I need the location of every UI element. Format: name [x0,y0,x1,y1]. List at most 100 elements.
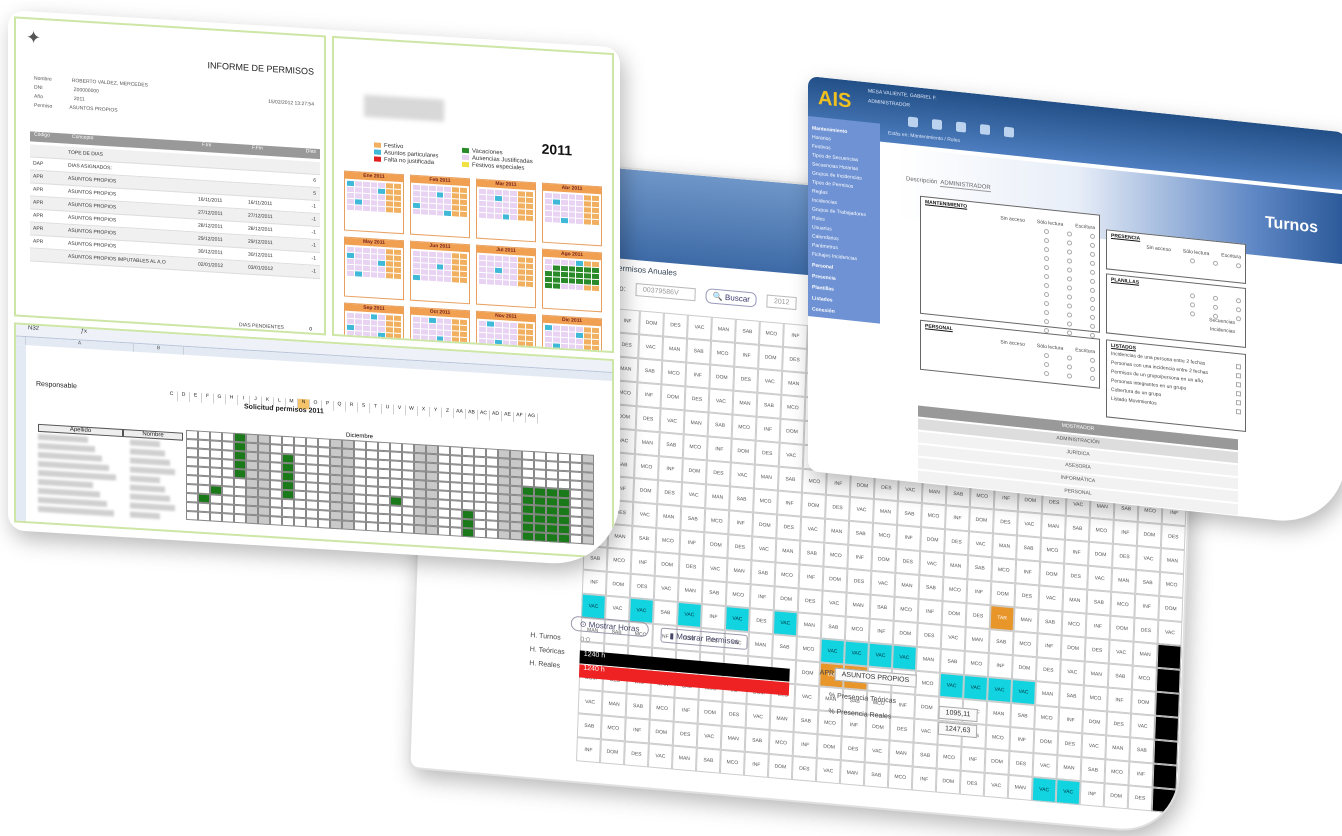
radio-button[interactable] [1190,311,1195,317]
shift-cell[interactable]: DOM [703,532,729,559]
grid-cell[interactable] [558,533,570,544]
shift-cell[interactable]: MAN [1062,587,1088,614]
shift-cell[interactable] [1155,691,1180,718]
shift-cell[interactable]: DOM [941,601,967,628]
shift-cell[interactable]: INF [782,322,808,350]
shift-cell[interactable] [1152,763,1178,790]
shift-cell[interactable]: DES [678,554,704,581]
shift-cell[interactable]: VAC [800,516,826,543]
shift-cell[interactable]: DOM [1131,689,1156,716]
grid-cell[interactable] [474,528,486,539]
employee-id-input[interactable]: 00379586V [635,283,697,302]
shift-cell[interactable] [1155,667,1181,694]
shift-cell[interactable]: INF [685,362,711,389]
column-letter[interactable]: Y [430,406,442,418]
column-letter[interactable]: W [406,405,418,417]
radio-button[interactable] [1090,242,1095,249]
shift-cell[interactable]: SAB [799,540,825,567]
shift-cell[interactable]: SAB [897,501,922,528]
column-letter[interactable]: AA [454,408,466,420]
shift-cell[interactable]: SAB [1037,609,1063,636]
shift-cell[interactable]: INF [798,564,824,591]
grid-cell[interactable] [318,518,330,529]
shift-cell[interactable]: SAB [869,594,895,621]
grid-cell[interactable] [570,534,582,545]
shift-cell[interactable]: DOM [920,527,946,554]
shift-cell[interactable]: DOM [892,620,918,647]
radio-button[interactable] [1044,264,1049,271]
shift-cell[interactable]: MCO [682,434,708,461]
column-letter[interactable]: AF [514,411,526,423]
shift-cell[interactable]: VAC [1108,639,1134,666]
shift-cell[interactable]: VAC [849,496,874,523]
column-letter[interactable]: T [370,403,382,414]
grid-cell[interactable] [186,510,198,521]
radio-button[interactable] [1067,355,1072,361]
radio-button[interactable] [1090,314,1095,321]
shift-cell[interactable]: MCO [823,542,849,569]
shift-cell[interactable]: DOM [633,478,659,505]
shift-cell[interactable]: MAN [677,577,703,604]
shift-cell[interactable]: MAN [1132,641,1158,668]
shift-cell[interactable]: MAN [873,498,898,525]
shift-cell[interactable]: VAC [919,551,945,578]
shift-cell[interactable]: DES [663,312,688,339]
radio-button[interactable] [1044,246,1049,253]
shift-cell[interactable]: SAB [701,580,727,607]
shift-cell[interactable]: SAB [653,599,678,626]
shift-cell[interactable]: MAN [683,410,709,437]
shift-cell[interactable]: DOM [773,586,799,613]
shift-cell[interactable]: DES [748,608,774,635]
grid-cell[interactable] [306,518,318,528]
shift-cell[interactable]: DOM [660,384,686,411]
shift-cell[interactable]: DES [797,588,823,615]
shift-cell[interactable]: DES [1084,637,1110,664]
column-letter[interactable]: AC [478,409,490,421]
shift-cell[interactable]: INF [581,569,607,596]
shift-cell[interactable]: VAC [702,556,728,583]
shift-cell[interactable]: DOM [709,364,735,391]
cell-reference[interactable]: N32 [28,325,39,332]
shift-cell[interactable]: SAB [729,486,754,513]
shift-cell[interactable]: INF [706,436,732,463]
column-letter[interactable]: D [178,391,190,403]
shift-cell[interactable]: VAC [724,606,750,633]
shift-cell[interactable]: INF [636,382,662,409]
column-letter[interactable]: AG [526,412,538,424]
shift-cell[interactable]: VAC [778,442,804,469]
shift-cell[interactable]: MCO [872,522,898,549]
shift-cell[interactable]: DES [635,406,661,433]
shift-cell[interactable]: MCO [1012,631,1038,658]
shift-cell[interactable]: DES [629,573,655,600]
shift-cell[interactable]: VAC [968,531,993,558]
grid-cell[interactable] [330,519,342,530]
shift-cell[interactable] [1156,643,1182,670]
radio-button[interactable] [1044,282,1049,289]
radio-button[interactable] [1044,370,1049,377]
radio-button[interactable] [1067,294,1072,300]
shift-cell[interactable]: INF [868,618,894,645]
grid-cell[interactable] [234,513,246,524]
shift-cell[interactable]: MAN [753,464,779,491]
radio-button[interactable] [1190,302,1195,308]
grid-cell[interactable] [534,532,546,542]
forward-icon[interactable] [956,121,966,133]
shift-cell[interactable]: VAC [757,368,783,395]
shift-cell[interactable]: DOM [822,566,848,593]
shift-cell[interactable]: DOM [654,551,680,578]
column-letter[interactable]: U [382,403,394,415]
shift-cell[interactable]: MCO [1159,571,1185,599]
shift-cell[interactable]: SAB [820,614,846,641]
shift-cell[interactable]: INF [1015,559,1041,586]
grid-cell[interactable] [258,515,270,526]
shift-cell[interactable]: SAB [750,560,776,587]
checkbox[interactable] [1236,363,1241,370]
shift-cell[interactable]: MCO [661,360,687,387]
shift-cell[interactable]: INF [1064,539,1089,566]
column-letter[interactable]: V [394,404,406,416]
shift-cell[interactable]: MCO [704,508,730,535]
shift-cell[interactable]: MAN [845,592,871,619]
search-button[interactable]: 🔍 Buscar [705,288,758,308]
shift-cell[interactable]: INF [777,490,802,517]
radio-button[interactable] [1067,276,1072,282]
